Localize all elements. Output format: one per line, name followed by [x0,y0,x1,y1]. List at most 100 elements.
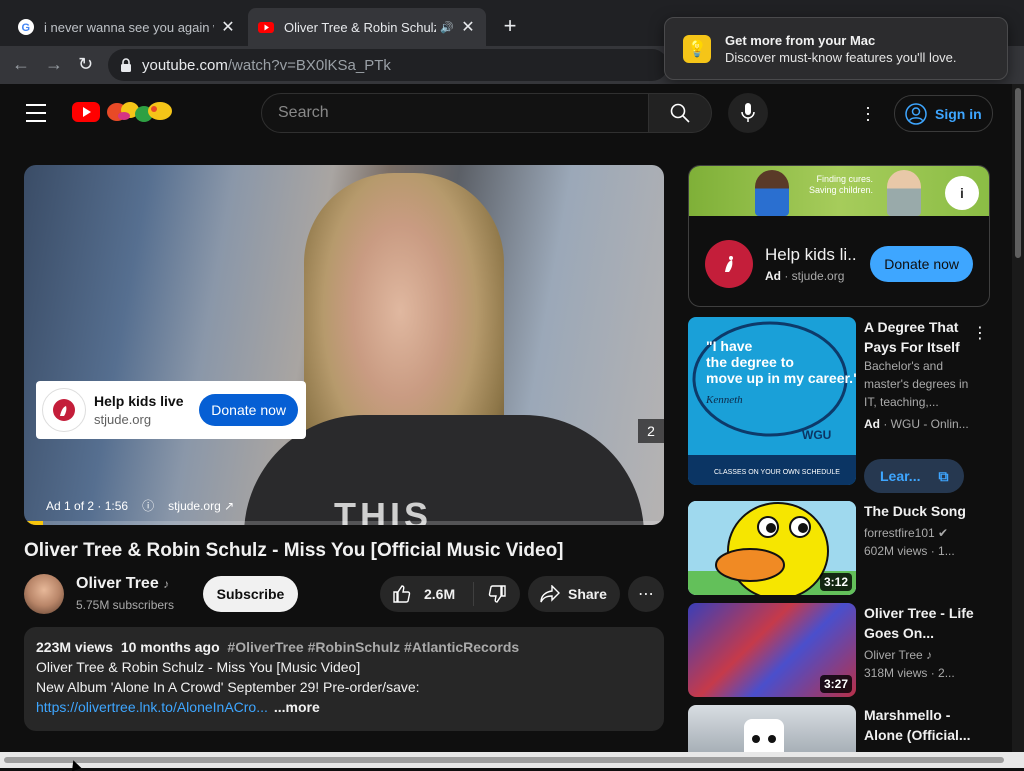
youtube-doodle-logo[interactable] [72,100,173,124]
sign-in-label: Sign in [935,105,982,122]
description-box[interactable]: 223M views 10 months ago #OliverTree #Ro… [24,627,664,731]
sidebar-ad[interactable]: Finding cures. Saving children. i Help k… [688,165,990,307]
ad-banner-image: Finding cures. Saving children. i [689,166,989,216]
rec-kebab-icon[interactable]: ⋮ [972,323,988,343]
video-title: Oliver Tree & Robin Schulz - Miss You [O… [24,540,564,561]
search-input[interactable]: Search [261,93,649,133]
speaker-icon[interactable]: 🔊 [440,21,454,34]
duck-thumbnail: 3:12 [688,501,856,595]
external-link-icon: ⧉ [938,467,949,484]
horizontal-scrollbar[interactable] [0,752,1024,768]
rec-title: A Degree That Pays For Itself [864,319,960,355]
rec-ad-meta: Ad · WGU - Onlin... [864,417,969,431]
side-donate-button[interactable]: Donate now [870,246,973,282]
subscribe-button[interactable]: Subscribe [203,576,298,612]
rec-title: Oliver Tree - Life Goes On... [864,605,974,641]
new-tab-button[interactable]: + [498,13,522,39]
ad-progress-fill [24,521,44,525]
notification-title: Get more from your Mac [725,32,876,48]
tab-title: Oliver Tree & Robin Schulz [284,19,437,35]
description-line-2: New Album 'Alone In A Crowd' September 2… [36,679,420,695]
tab-youtube[interactable]: Oliver Tree & Robin Schulz 🔊 ✕ [248,8,486,46]
channel-avatar[interactable] [24,574,64,614]
svg-text:G: G [22,22,31,34]
forward-icon[interactable]: → [45,54,63,75]
video-duration: 3:12 [819,573,852,591]
verified-icon: ✔ [938,526,949,540]
wgu-thumb-footer: CLASSES ON YOUR OWN SCHEDULE [714,469,840,476]
rec-ad-description: Bachelor's and master's degrees in IT, t… [864,359,969,409]
scrollbar-thumb[interactable] [1015,88,1021,258]
thumbs-down-icon [488,585,506,603]
music-note-icon: ♪ [163,577,170,591]
banner-caption: Finding cures. Saving children. [808,174,873,195]
notification-body: Discover must-know features you'll love. [725,49,957,65]
wgu-thumb-quote-2: the degree to [706,354,794,370]
marshmello-art [744,719,784,752]
rec-channel: forrestfire101 ✔ [864,526,949,540]
voice-search-button[interactable] [728,93,768,133]
channel-name[interactable]: Oliver Tree ♪ [76,575,169,593]
like-count: 2.6M [424,586,456,602]
microphone-icon [741,103,755,122]
preorder-link[interactable]: https://olivertree.lnk.to/AloneInACro... [36,699,268,715]
music-note-icon: ♪ [926,648,933,662]
lock-icon [121,58,131,72]
hashtags[interactable]: #OliverTree #RobinSchulz #AtlanticRecord… [227,639,519,655]
share-button[interactable]: Share [528,576,620,612]
recommendation-duck-song[interactable]: 3:12 The Duck Song forrestfire101 ✔ 602M… [688,501,988,595]
like-button[interactable]: 2.6M [380,582,474,606]
wgu-thumbnail: "I have the degree to move up in my care… [688,317,856,485]
learn-more-button[interactable]: Lear... ⧉ [864,459,964,493]
recommendation-ad-wgu[interactable]: "I have the degree to move up in my care… [688,317,988,493]
more-actions-icon[interactable]: ⋯ [628,576,664,612]
subscriber-count: 5.75M subscribers [76,598,175,612]
ad-link[interactable]: stjude.org ↗ [168,499,234,513]
description-line-1: Oliver Tree & Robin Schulz - Miss You [M… [36,659,361,675]
wgu-thumbnail-art: "I have the degree to move up in my care… [688,321,856,485]
side-ad-meta: Ad · stjude.org [765,269,845,283]
close-tab-icon[interactable]: ✕ [460,17,476,37]
ad-domain: stjude.org [94,412,152,427]
account-icon [905,102,927,125]
youtube-page: Search · · · Sign in THIS Help kids live s… [0,84,1012,752]
wgu-thumb-quote-3: move up in my career." [706,370,856,386]
player-ad-overlay[interactable]: Help kids live stjude.org Donate now [36,381,306,439]
tab-title: i never wanna see you again w [44,19,214,35]
st-jude-emblem-icon [53,399,75,421]
recommendation-marshmello-alone[interactable]: Marshmello - Alone (Official... [688,705,988,752]
tab-google[interactable]: G i never wanna see you again w ✕ [8,8,246,46]
hamburger-menu-icon[interactable] [26,104,46,128]
show-more-link[interactable]: ...more [274,699,320,715]
ad-headline: Help kids live [94,393,184,409]
wgu-thumb-sig: Kenneth [705,394,743,406]
recommendation-life-goes-on[interactable]: 3:27 Oliver Tree - Life Goes On... Olive… [688,603,988,697]
search-button[interactable] [648,93,712,133]
ad-progress-bar[interactable] [24,521,664,525]
lightbulb-icon: 💡 [683,34,711,63]
rec-title: The Duck Song [864,503,966,519]
donate-now-button[interactable]: Donate now [199,394,298,426]
info-icon[interactable]: ⓘ [142,497,154,514]
dislike-button[interactable] [474,584,520,604]
video-player[interactable]: THIS Help kids live stjude.org Donate no… [24,165,664,525]
google-icon: G [18,19,34,35]
wgu-thumb-quote-1: "I have [706,338,753,354]
st-jude-logo [42,388,86,432]
ad-info-icon[interactable]: i [945,176,979,210]
mac-notification[interactable]: 💡 Get more from your Mac Discover must-k… [664,17,1008,80]
life-goes-on-thumbnail: 3:27 [688,603,856,697]
close-tab-icon[interactable]: ✕ [220,17,236,37]
search-icon [670,103,690,123]
banner-child-1 [755,170,789,216]
reload-icon[interactable]: ↻ [78,54,93,75]
address-bar[interactable]: youtube.com/watch?v=BX0lKSa_PTk [108,49,668,81]
scrollbar-thumb[interactable] [4,757,1004,763]
vertical-scrollbar[interactable] [1012,84,1024,752]
rec-title: Marshmello - Alone (Official... [864,707,971,743]
url-host: youtube.com [142,56,228,74]
sign-in-button[interactable]: Sign in [894,95,993,132]
rec-channel: Oliver Tree ♪ [864,648,933,662]
settings-kebab-icon[interactable]: · · · [864,98,872,128]
back-icon[interactable]: ← [12,54,30,75]
